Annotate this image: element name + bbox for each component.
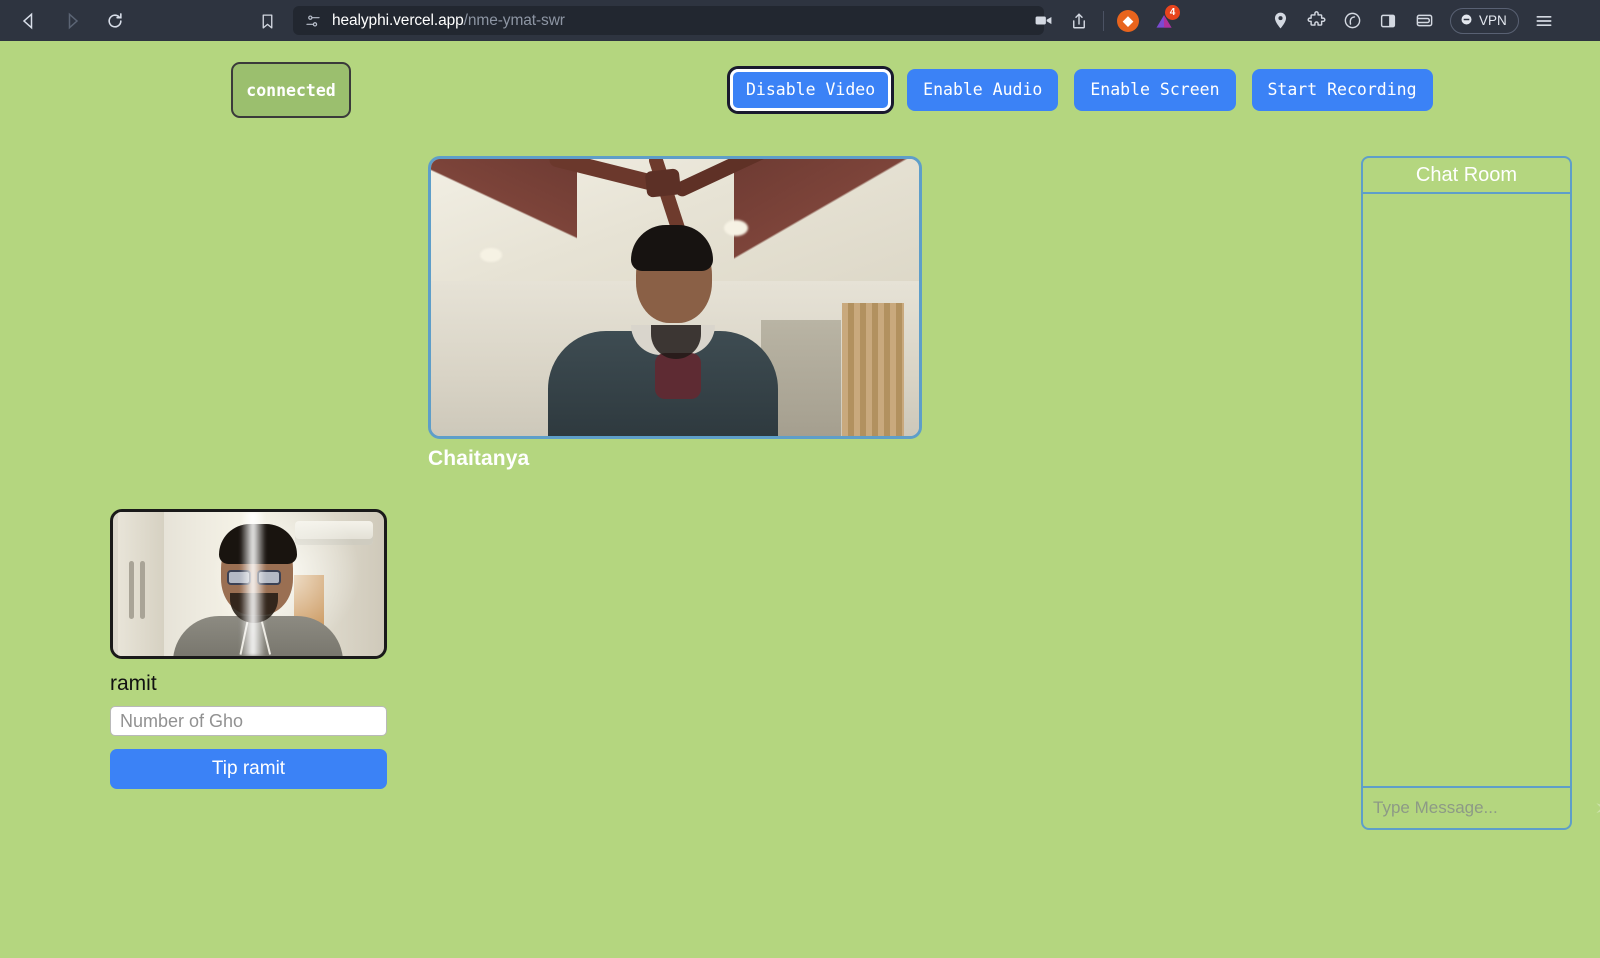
vpn-button[interactable]: VPN <box>1450 7 1519 34</box>
toolbar-right-group-1: ◆ 4 <box>1025 0 1182 41</box>
forward-arrow-icon <box>57 6 87 36</box>
enable-screen-button[interactable]: Enable Screen <box>1074 69 1236 112</box>
local-video-stream[interactable] <box>110 509 387 659</box>
site-permissions-icon[interactable] <box>305 13 321 29</box>
chat-message-input[interactable] <box>1373 798 1594 818</box>
chat-message-list <box>1363 194 1570 786</box>
bookmark-icon[interactable] <box>256 10 278 32</box>
url-domain: healyphi.vercel.app <box>332 11 464 29</box>
reload-icon[interactable] <box>100 6 130 36</box>
disable-video-button[interactable]: Disable Video <box>730 69 892 112</box>
brave-lion-glyph: ◆ <box>1117 9 1139 32</box>
remote-participant-tile: Chaitanya <box>428 156 922 471</box>
connection-status-badge: connected <box>231 62 351 118</box>
toolbar-divider <box>1103 10 1104 31</box>
url-text: healyphi.vercel.app/nme-ymat-swr <box>332 12 565 30</box>
share-icon[interactable] <box>1061 0 1097 41</box>
chat-room-panel: Chat Room ➢ <box>1361 156 1600 830</box>
local-video-frame <box>113 512 384 656</box>
extensions-puzzle-icon[interactable] <box>1298 0 1334 41</box>
sidebar-panel-icon[interactable] <box>1370 0 1406 41</box>
extension-icon[interactable]: 4 <box>1146 0 1182 41</box>
remote-video-frame <box>431 159 919 436</box>
brave-shields-icon[interactable]: ◆ <box>1110 0 1146 41</box>
local-participant-tile: ramit Tip ramit <box>110 509 387 789</box>
app-page: connected Disable Video Enable Audio Ena… <box>0 41 1600 958</box>
toolbar-right-group-2: VPN <box>1262 0 1563 41</box>
wallet-icon[interactable] <box>1406 0 1442 41</box>
tip-amount-input[interactable] <box>110 706 387 736</box>
chat-room-title: Chat Room <box>1363 158 1570 194</box>
address-bar[interactable]: healyphi.vercel.app/nme-ymat-swr <box>293 6 1044 35</box>
leo-ai-icon[interactable] <box>1334 0 1370 41</box>
enable-audio-button[interactable]: Enable Audio <box>907 69 1059 112</box>
browser-toolbar: healyphi.vercel.app/nme-ymat-swr ◆ 4 VPN <box>0 0 1600 41</box>
extension-badge: 4 <box>1165 5 1180 20</box>
back-arrow-icon[interactable] <box>14 6 44 36</box>
local-participant-name: ramit <box>110 672 157 695</box>
vpn-label: VPN <box>1479 13 1507 28</box>
remote-video-stream[interactable] <box>428 156 922 439</box>
url-path: /nme-ymat-swr <box>463 11 565 29</box>
send-paper-plane-icon[interactable]: ➢ <box>1594 795 1600 821</box>
location-pin-icon[interactable] <box>1262 0 1298 41</box>
start-recording-button[interactable]: Start Recording <box>1251 69 1433 112</box>
hamburger-menu-icon[interactable] <box>1525 0 1563 41</box>
navigation-buttons <box>14 6 130 36</box>
tip-button[interactable]: Tip ramit <box>110 749 387 789</box>
vpn-power-icon <box>1459 12 1474 30</box>
chat-input-row: ➢ <box>1363 786 1600 828</box>
remote-participant-name: Chaitanya <box>428 447 530 470</box>
camera-recording-icon[interactable] <box>1025 0 1061 41</box>
media-controls-toolbar: Disable Video Enable Audio Enable Screen… <box>730 69 1433 112</box>
